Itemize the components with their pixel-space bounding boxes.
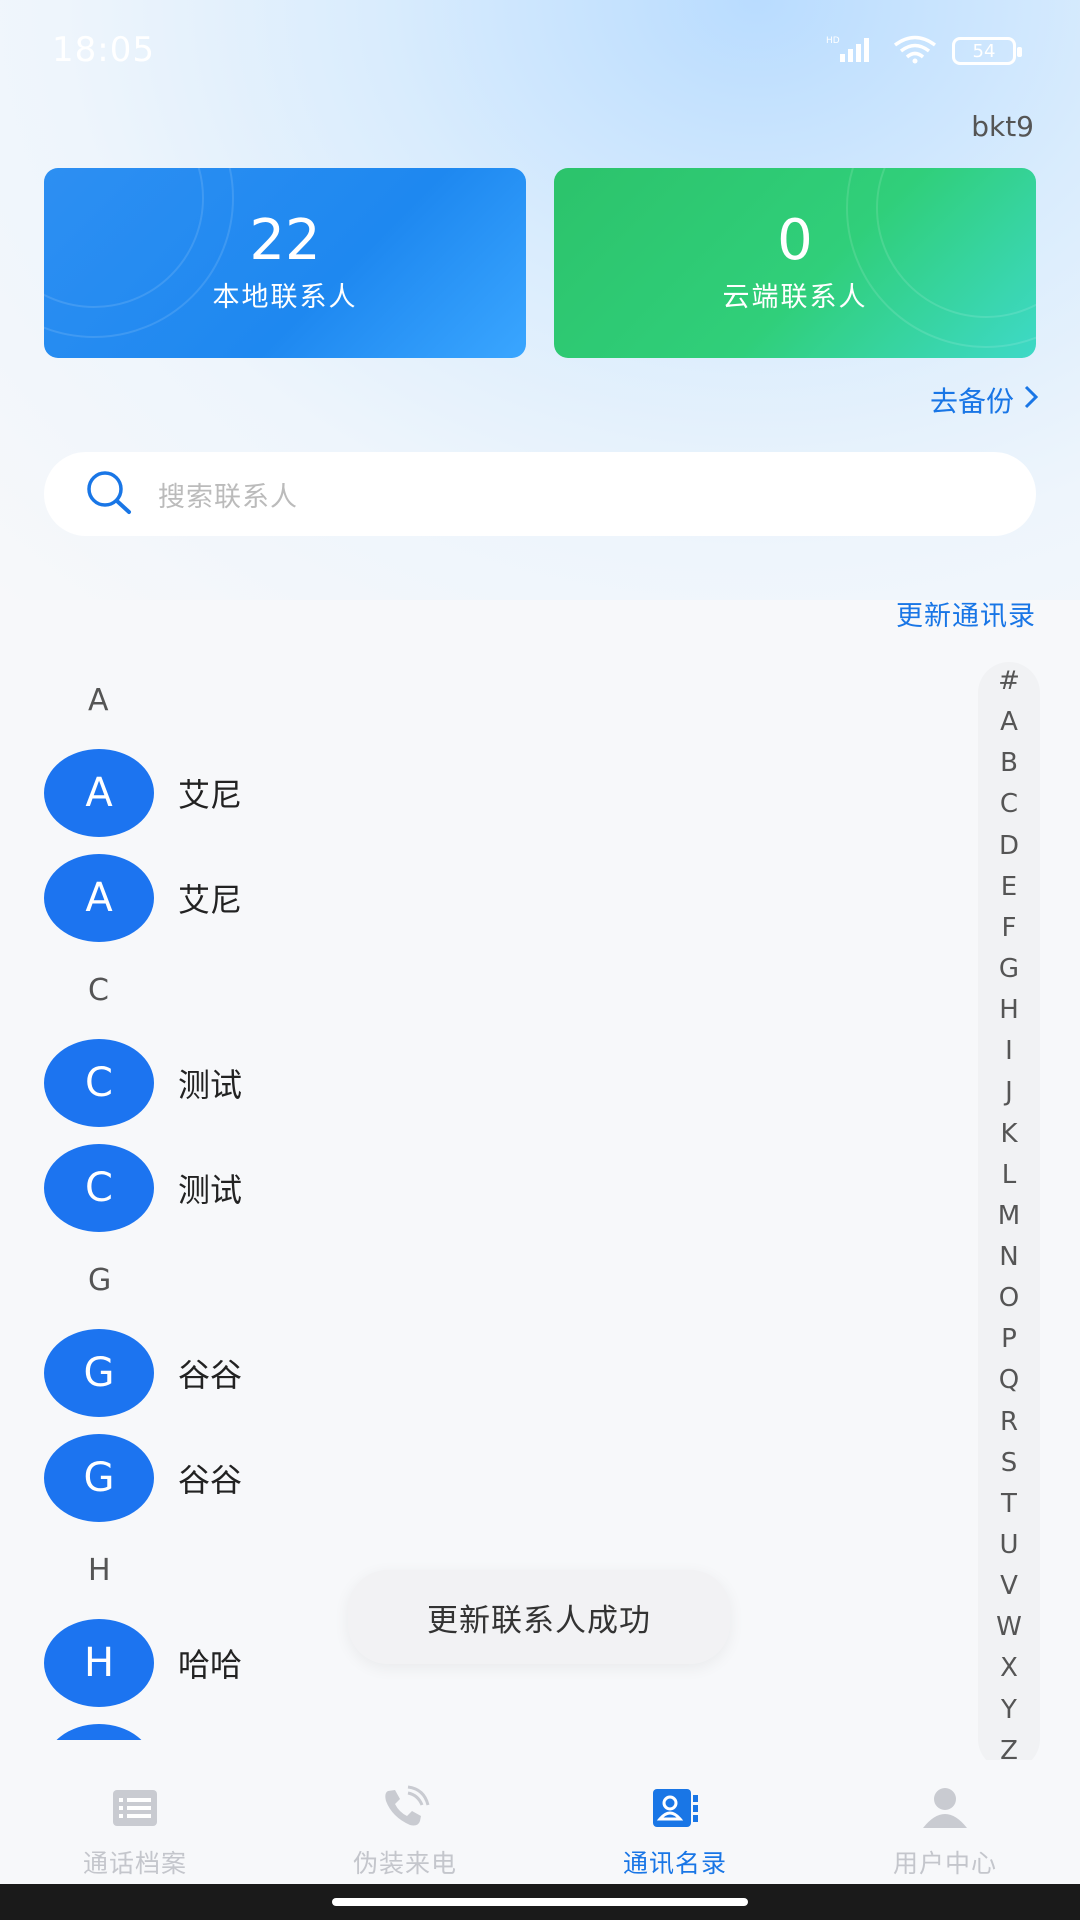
list-item[interactable]: H 哈哈 (0, 1715, 960, 1740)
card-decoration (846, 168, 1036, 348)
status-time: 18:05 (52, 30, 155, 70)
index-letter[interactable]: F (1002, 915, 1017, 941)
backup-link[interactable]: 去备份 (930, 380, 1040, 420)
section-header: A (88, 682, 109, 718)
avatar: G (44, 1328, 154, 1417)
index-letter[interactable]: X (1000, 1655, 1018, 1681)
index-letter[interactable]: N (999, 1244, 1018, 1270)
signal-icon: HD (826, 34, 878, 68)
local-contacts-label: 本地联系人 (212, 281, 358, 313)
search-icon (84, 469, 134, 519)
contact-name: 测试 (178, 1065, 243, 1104)
backup-link-label: 去备份 (929, 385, 1014, 418)
index-letter[interactable]: G (999, 956, 1019, 982)
index-letter[interactable]: R (1000, 1409, 1018, 1435)
local-contacts-card[interactable]: 22 本地联系人 (44, 168, 526, 358)
tab-label: 通话档案 (82, 1849, 187, 1878)
contact-name: 艾尼 (178, 880, 243, 919)
index-letter[interactable]: W (996, 1614, 1022, 1640)
card-decoration (44, 168, 234, 338)
index-letter[interactable]: T (1001, 1491, 1017, 1517)
index-letter[interactable]: J (1005, 1079, 1013, 1105)
avatar: C (44, 1143, 154, 1232)
battery-level: 54 (972, 40, 996, 62)
list-item[interactable]: C 测试 (0, 1135, 960, 1240)
section-header: C (88, 972, 109, 1008)
index-letter[interactable]: M (998, 1203, 1020, 1229)
alphabet-index-bar[interactable]: # A B C D E F G H I J K L M N O P Q R S … (978, 662, 1040, 1770)
tab-label: 伪装来电 (352, 1849, 457, 1878)
list-item[interactable]: G 谷谷 (0, 1425, 960, 1530)
contact-name: 艾尼 (178, 775, 243, 814)
search-placeholder: 搜索联系人 (158, 481, 298, 513)
avatar: H (44, 1723, 154, 1740)
list-item[interactable]: A 艾尼 (0, 845, 960, 950)
index-letter[interactable]: O (999, 1285, 1019, 1311)
tab-label: 通讯名录 (622, 1849, 727, 1878)
index-letter[interactable]: H (999, 997, 1019, 1023)
index-letter[interactable]: # (998, 668, 1020, 694)
network-label: HD (826, 36, 840, 46)
status-bar: 18:05 HD 54 (0, 0, 1080, 100)
index-letter[interactable]: Y (1001, 1697, 1017, 1723)
bottom-tab-bar: 通话档案 伪装来电 通讯名录 用户中心 (0, 1760, 1080, 1884)
toast-message: 更新联系人成功 (348, 1570, 730, 1664)
list-item[interactable]: C 测试 (0, 1030, 960, 1135)
username: bkt9 (971, 110, 1034, 143)
index-letter[interactable]: P (1001, 1326, 1017, 1352)
list-item[interactable]: A 艾尼 (0, 740, 960, 845)
tab-call-records[interactable]: 通话档案 (0, 1760, 270, 1880)
list-icon (107, 1782, 163, 1834)
contact-name: 测试 (178, 1170, 243, 1209)
user-icon (917, 1782, 973, 1834)
index-letter[interactable]: S (1001, 1450, 1018, 1476)
contact-name: 谷谷 (178, 1355, 243, 1394)
section-header: G (88, 1262, 112, 1298)
avatar: G (44, 1433, 154, 1522)
avatar: A (44, 748, 154, 837)
avatar: A (44, 853, 154, 942)
index-letter[interactable]: C (1000, 791, 1018, 817)
chevron-right-icon (1022, 384, 1040, 417)
tab-contacts[interactable]: 通讯名录 (540, 1760, 810, 1880)
system-navigation-bar (0, 1884, 1080, 1920)
index-letter[interactable]: B (1000, 750, 1018, 776)
contact-name: 哈哈 (178, 1645, 243, 1684)
battery-icon: 54 (952, 37, 1022, 65)
tab-user-center[interactable]: 用户中心 (810, 1760, 1080, 1880)
status-icons: HD 54 (826, 34, 1022, 68)
avatar: H (44, 1618, 154, 1707)
update-contacts-link[interactable]: 更新通讯录 (896, 594, 1036, 633)
index-letter[interactable]: Q (999, 1367, 1019, 1393)
cloud-contacts-label: 云端联系人 (722, 281, 868, 313)
index-letter[interactable]: K (1000, 1121, 1017, 1147)
cloud-contacts-count: 0 (777, 208, 813, 274)
index-letter[interactable]: E (1001, 874, 1017, 900)
index-letter[interactable]: I (1005, 1038, 1013, 1064)
tab-label: 用户中心 (892, 1849, 997, 1878)
contact-name: 谷谷 (178, 1460, 243, 1499)
index-letter[interactable]: A (1000, 709, 1018, 735)
tab-fake-call[interactable]: 伪装来电 (270, 1760, 540, 1880)
wifi-icon (892, 34, 938, 68)
avatar: C (44, 1038, 154, 1127)
search-input[interactable]: 搜索联系人 (44, 452, 1036, 536)
phone-icon (377, 1782, 433, 1834)
list-item[interactable]: G 谷谷 (0, 1320, 960, 1425)
local-contacts-count: 22 (249, 208, 321, 274)
index-letter[interactable]: L (1002, 1162, 1017, 1188)
home-indicator[interactable] (332, 1898, 748, 1906)
index-letter[interactable]: U (999, 1532, 1018, 1558)
contacts-book-icon (647, 1782, 703, 1834)
index-letter[interactable]: D (999, 833, 1019, 859)
cloud-contacts-card[interactable]: 0 云端联系人 (554, 168, 1036, 358)
index-letter[interactable]: V (1000, 1573, 1018, 1599)
